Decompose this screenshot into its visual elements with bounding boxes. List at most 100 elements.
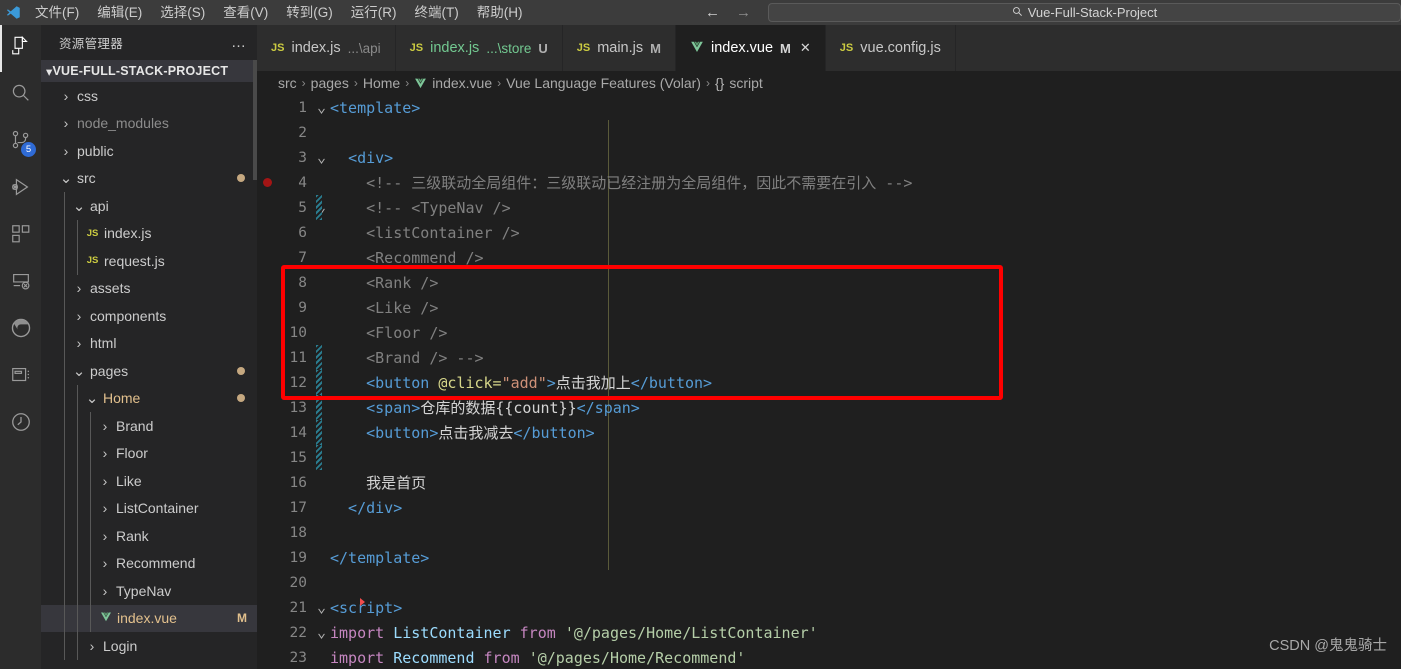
- tree-item-listcontainer[interactable]: › ListContainer: [41, 494, 257, 522]
- arrow-left-icon[interactable]: ←: [705, 5, 720, 20]
- menu-run[interactable]: 运行(R): [342, 0, 406, 25]
- chevron-right-icon[interactable]: ›: [84, 638, 100, 654]
- chevron-right-icon[interactable]: ›: [71, 280, 87, 296]
- code-line-22[interactable]: 22 ⌄ import ListContainer from '@/pages/Ho…: [257, 620, 1401, 645]
- code-line-11[interactable]: 11 <Brand /> -->: [257, 345, 1401, 370]
- tree-item-home[interactable]: ⌄ Home: [41, 384, 257, 412]
- breadcrumb-item[interactable]: src: [278, 75, 297, 91]
- activitybar-item-extensions[interactable]: [0, 213, 41, 260]
- tree-item-index.js[interactable]: JS index.js: [41, 219, 257, 247]
- chevron-right-icon[interactable]: ›: [97, 445, 113, 461]
- breadcrumb[interactable]: src › pages › Home › index.vue › Vue Language Fe…: [257, 71, 1401, 95]
- chevron-right-icon[interactable]: ›: [97, 500, 113, 516]
- breadcrumb-item[interactable]: Home: [363, 75, 400, 91]
- activitybar-item-remote-explorer[interactable]: [0, 260, 41, 307]
- menu-edit[interactable]: 编辑(E): [88, 0, 151, 25]
- chevron-down-icon[interactable]: ⌄: [313, 595, 330, 620]
- chevron-down-icon[interactable]: ⌄: [313, 145, 330, 170]
- menu-terminal[interactable]: 终端(T): [406, 0, 468, 25]
- tree-item-css[interactable]: › css: [41, 82, 257, 110]
- explorer-root-folder[interactable]: ▾ VUE-FULL-STACK-PROJECT: [41, 60, 257, 82]
- code-line-19[interactable]: 19 </template>: [257, 545, 1401, 570]
- code-line-2[interactable]: 2: [257, 120, 1401, 145]
- editor-tab-index-js[interactable]: JS index.js ...\store U: [395, 25, 563, 71]
- chevron-right-icon[interactable]: ›: [97, 528, 113, 544]
- code-line-20[interactable]: 20: [257, 570, 1401, 595]
- tree-item-pages[interactable]: ⌄ pages: [41, 357, 257, 385]
- chevron-right-icon[interactable]: ›: [58, 143, 74, 159]
- chevron-down-icon[interactable]: ⌄: [71, 362, 87, 380]
- tree-item-node_modules[interactable]: › node_modules: [41, 110, 257, 138]
- tree-item-brand[interactable]: › Brand: [41, 412, 257, 440]
- chevron-down-icon[interactable]: ⌄: [71, 197, 87, 215]
- menu-bar[interactable]: 文件(F) 编辑(E) 选择(S) 查看(V) 转到(G) 运行(R) 终端(T…: [26, 0, 532, 25]
- code-line-15[interactable]: 15: [257, 445, 1401, 470]
- breadcrumb-item[interactable]: Vue Language Features (Volar): [506, 75, 701, 91]
- breadcrumb-item[interactable]: script: [729, 75, 762, 91]
- code-line-17[interactable]: 17 </div>: [257, 495, 1401, 520]
- menu-view[interactable]: 查看(V): [214, 0, 277, 25]
- tree-item-login[interactable]: › Login: [41, 632, 257, 660]
- activitybar-item-browser-preview[interactable]: [0, 307, 41, 354]
- tree-item-api[interactable]: ⌄ api: [41, 192, 257, 220]
- tree-item-components[interactable]: › components: [41, 302, 257, 330]
- activitybar-item-source-control[interactable]: 5: [0, 119, 41, 166]
- code-line-16[interactable]: 16 我是首页: [257, 470, 1401, 495]
- editor-tab-vue-config-js[interactable]: JS vue.config.js: [825, 25, 956, 71]
- code-line-5[interactable]: 5⌄ <!-- <TypeNav />: [257, 195, 1401, 220]
- chevron-right-icon[interactable]: ›: [97, 418, 113, 434]
- breadcrumb-item[interactable]: pages: [311, 75, 349, 91]
- editor-tab-index-js[interactable]: JS index.js ...\api: [257, 25, 396, 71]
- chevron-right-icon[interactable]: ›: [97, 555, 113, 571]
- code-line-8[interactable]: 8 <Rank />: [257, 270, 1401, 295]
- code-line-10[interactable]: 10 <Floor />: [257, 320, 1401, 345]
- chevron-down-icon[interactable]: ⌄: [58, 169, 74, 187]
- more-actions-icon[interactable]: …: [231, 35, 247, 50]
- code-line-4[interactable]: 4 <!-- 三级联动全局组件：三级联动已经注册为全局组件，因此不需要在引入 -…: [257, 170, 1401, 195]
- code-line-18[interactable]: 18: [257, 520, 1401, 545]
- chevron-right-icon[interactable]: ›: [58, 115, 74, 131]
- code-line-6[interactable]: 6 <listContainer />: [257, 220, 1401, 245]
- tree-item-public[interactable]: › public: [41, 137, 257, 165]
- tree-item-typenav[interactable]: › TypeNav: [41, 577, 257, 605]
- activitybar-item-todo-panel[interactable]: [0, 354, 41, 401]
- tree-item-assets[interactable]: › assets: [41, 274, 257, 302]
- code-line-14[interactable]: 14 <button>点击我减去</button>: [257, 420, 1401, 445]
- chevron-right-icon[interactable]: ›: [97, 473, 113, 489]
- code-line-12[interactable]: 12 <button @click="add">点击我加上</button>: [257, 370, 1401, 395]
- code-line-23[interactable]: 23 import Recommend from '@/pages/Home/Re…: [257, 645, 1401, 669]
- code-line-13[interactable]: 13 <span>仓库的数据{{count}}</span>: [257, 395, 1401, 420]
- tree-item-rank[interactable]: › Rank: [41, 522, 257, 550]
- code-line-1[interactable]: 1 ⌄ <template>: [257, 95, 1401, 120]
- tree-item-src[interactable]: ⌄ src: [41, 165, 257, 193]
- chevron-right-icon[interactable]: ›: [71, 308, 87, 324]
- menu-go[interactable]: 转到(G): [277, 0, 342, 25]
- code-editor[interactable]: 1 ⌄ <template> 2 3 ⌄ <div> 4 <!-- 三级联动全局组件：三级联…: [257, 95, 1401, 669]
- code-line-3[interactable]: 3 ⌄ <div>: [257, 145, 1401, 170]
- menu-file[interactable]: 文件(F): [26, 0, 88, 25]
- tree-item-request.js[interactable]: JS request.js: [41, 247, 257, 275]
- tree-item-recommend[interactable]: › Recommend: [41, 549, 257, 577]
- activitybar-item-search[interactable]: [0, 72, 41, 119]
- chevron-right-icon[interactable]: ›: [71, 335, 87, 351]
- close-icon[interactable]: ✕: [800, 40, 811, 56]
- tree-item-html[interactable]: › html: [41, 329, 257, 357]
- command-center-search[interactable]: Vue-Full-Stack-Project: [768, 3, 1401, 22]
- tree-item-like[interactable]: › Like: [41, 467, 257, 495]
- menu-help[interactable]: 帮助(H): [468, 0, 532, 25]
- breadcrumb-item[interactable]: index.vue: [432, 75, 492, 91]
- code-line-7[interactable]: 7 <Recommend />: [257, 245, 1401, 270]
- arrow-right-icon[interactable]: →: [736, 5, 751, 20]
- chevron-down-icon[interactable]: ⌄: [313, 95, 330, 120]
- chevron-right-icon[interactable]: ›: [58, 88, 74, 104]
- activitybar-item-explorer[interactable]: [0, 25, 41, 72]
- activitybar-item-run-and-debug[interactable]: [0, 166, 41, 213]
- tree-item-index.vue[interactable]: index.vue M: [41, 604, 257, 632]
- code-line-9[interactable]: 9 <Like />: [257, 295, 1401, 320]
- chevron-down-icon[interactable]: ⌄: [313, 620, 330, 645]
- breakpoint-icon[interactable]: [263, 178, 272, 187]
- editor-tab-main-js[interactable]: JS main.js M: [562, 25, 676, 71]
- activitybar-item-account-history[interactable]: [0, 401, 41, 448]
- chevron-down-icon[interactable]: ⌄: [84, 389, 100, 407]
- editor-tab-index-vue[interactable]: index.vue M ✕: [675, 25, 826, 71]
